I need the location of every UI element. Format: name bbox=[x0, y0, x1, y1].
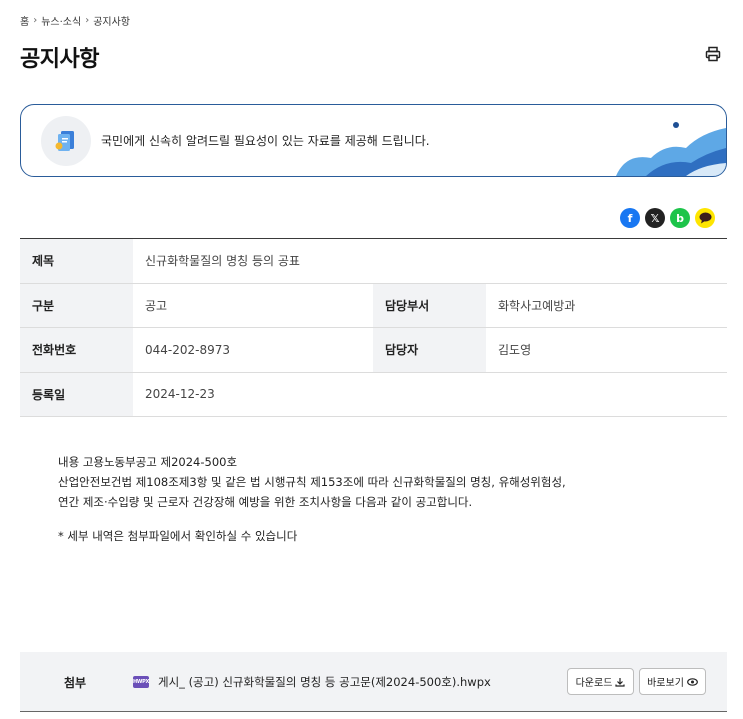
x-share-button[interactable]: 𝕏 bbox=[645, 208, 665, 228]
share-buttons: f 𝕏 b bbox=[620, 208, 715, 228]
kakao-share-button[interactable] bbox=[695, 208, 715, 228]
phone-label: 전화번호 bbox=[20, 328, 133, 372]
kakaotalk-icon bbox=[699, 212, 711, 224]
dept-value: 화학사고예방과 bbox=[498, 298, 576, 313]
info-row-date: 등록일 2024-12-23 bbox=[20, 372, 727, 417]
info-row-title: 제목 신규화학물질의 명칭 등의 공표 bbox=[20, 239, 727, 284]
attachment-label: 첨부 bbox=[64, 676, 87, 690]
notice-content: 내용 고용노동부공고 제2024-500호 산업안전보건법 제108조제3항 및… bbox=[58, 452, 566, 546]
book-icon bbox=[55, 131, 74, 151]
eye-icon bbox=[687, 677, 698, 686]
hwpx-file-icon: HWPX bbox=[133, 676, 149, 688]
intro-banner: 국민에게 신속히 알려드릴 필요성이 있는 자료를 제공해 드립니다. bbox=[20, 104, 727, 177]
band-icon: b bbox=[676, 211, 684, 225]
download-icon bbox=[615, 677, 626, 687]
facebook-share-button[interactable]: f bbox=[620, 208, 640, 228]
title-label: 제목 bbox=[20, 239, 133, 283]
breadcrumb-home[interactable]: 홈 bbox=[20, 13, 29, 28]
manager-label: 담당자 bbox=[373, 328, 486, 372]
info-row-contact: 전화번호 044-202-8973 담당자 김도영 bbox=[20, 328, 727, 373]
view-button[interactable]: 바로보기 bbox=[639, 668, 706, 695]
print-button[interactable] bbox=[703, 44, 723, 64]
wave-decoration bbox=[616, 122, 726, 176]
facebook-icon: f bbox=[627, 211, 633, 225]
view-label: 바로보기 bbox=[647, 678, 684, 689]
breadcrumb-notice[interactable]: 공지사항 bbox=[93, 13, 130, 28]
attachment-file-name[interactable]: 게시_ (공고) 신규화학물질의 명칭 등 공고문(제2024-500호).hw… bbox=[158, 674, 491, 690]
category-value: 공고 bbox=[145, 298, 168, 313]
attachment-section: 첨부 HWPX 게시_ (공고) 신규화학물질의 명칭 등 공고문(제2024-… bbox=[20, 652, 727, 712]
content-note: * 세부 내역은 첨부파일에서 확인하실 수 있습니다 bbox=[58, 529, 298, 543]
intro-text: 국민에게 신속히 알려드릴 필요성이 있는 자료를 제공해 드립니다. bbox=[101, 134, 430, 148]
date-label: 등록일 bbox=[20, 372, 133, 416]
page-title: 공지사항 bbox=[20, 47, 99, 72]
breadcrumb-news[interactable]: 뉴스·소식 bbox=[41, 13, 81, 28]
printer-icon bbox=[705, 46, 721, 62]
dept-label: 담당부서 bbox=[373, 283, 486, 327]
content-line: 산업안전보건법 제108조제3항 및 같은 법 시행규칙 제153조에 따라 신… bbox=[58, 475, 566, 489]
breadcrumb-separator: › bbox=[85, 15, 90, 26]
band-share-button[interactable]: b bbox=[670, 208, 690, 228]
phone-value: 044-202-8973 bbox=[145, 342, 231, 357]
category-label: 구분 bbox=[20, 283, 133, 327]
breadcrumb: 홈 › 뉴스·소식 › 공지사항 bbox=[20, 13, 130, 28]
content-line: 연간 제조·수입량 및 근로자 건강장해 예방을 위한 조치사항을 다음과 같이… bbox=[58, 495, 473, 509]
content-line: 내용 고용노동부공고 제2024-500호 bbox=[58, 455, 238, 469]
title-value: 신규화학물질의 명칭 등의 공표 bbox=[145, 254, 300, 269]
notice-info-table: 제목 신규화학물질의 명칭 등의 공표 구분 공고 담당부서 화학사고예방과 전… bbox=[20, 238, 727, 417]
download-label: 다운로드 bbox=[575, 678, 613, 689]
download-button[interactable]: 다운로드 bbox=[567, 668, 634, 695]
info-row-category: 구분 공고 담당부서 화학사고예방과 bbox=[20, 283, 727, 328]
intro-icon-circle bbox=[41, 116, 91, 166]
x-icon: 𝕏 bbox=[650, 211, 660, 225]
date-value: 2024-12-23 bbox=[145, 387, 215, 402]
manager-value: 김도영 bbox=[498, 343, 532, 358]
breadcrumb-separator: › bbox=[33, 15, 38, 26]
